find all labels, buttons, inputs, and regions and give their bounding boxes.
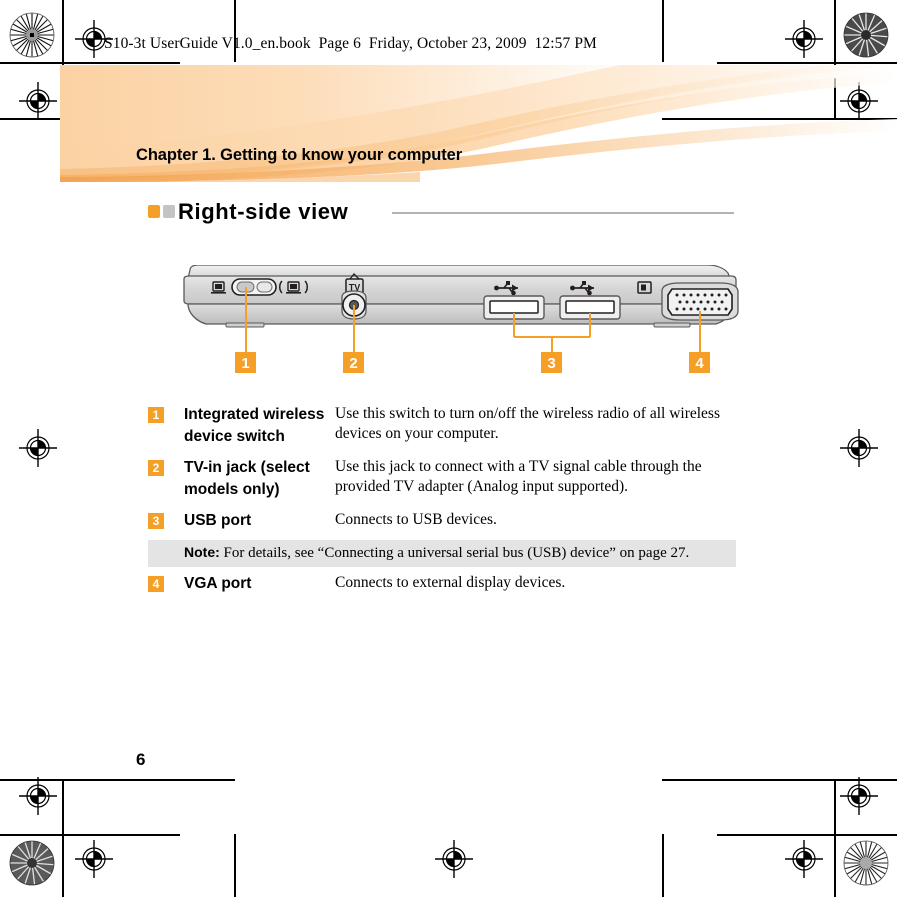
row-badge-1: 1 (148, 407, 164, 423)
crop-line-top-right-v2 (662, 0, 664, 62)
registration-mark-lower-right (840, 777, 878, 815)
document-page: S10-3t UserGuide V1.0_en.book Page 6 Fri… (0, 0, 897, 897)
right-side-view-diagram: TV 1 2 3 4 (180, 264, 740, 380)
registration-mark-bottom-left (75, 840, 113, 878)
callout-badge-4: 4 (689, 352, 710, 373)
callout-badge-3: 3 (541, 352, 562, 373)
section-title: Right-side view (178, 199, 349, 224)
crop-line-bottom-left-v2 (234, 834, 236, 897)
crop-line-bottom-right-v2 (662, 834, 664, 897)
row-badge-4: 4 (148, 575, 164, 592)
crop-line-top-right-h (717, 62, 897, 64)
page-number: 6 (136, 750, 146, 769)
row-term-4: VGA port (184, 574, 252, 592)
note-label: Note: (184, 543, 220, 560)
callout-badge-1: 1 (235, 352, 256, 373)
svg-text:3: 3 (547, 355, 555, 372)
table-row: 3 USB port Connects to USB devices. (148, 510, 736, 532)
registration-mark-top-left-inner (785, 20, 823, 58)
section-rule (392, 212, 734, 214)
crop-line-bottom-left-h (0, 834, 180, 836)
row-term-3: USB port (184, 512, 252, 529)
starburst-mark-bottom-left (9, 840, 55, 886)
row-detail-1: Use this switch to turn on/off the wirel… (335, 405, 720, 442)
book-header-line: S10-3t UserGuide V1.0_en.book Page 6 Fri… (104, 35, 597, 52)
starburst-mark-top-left (9, 12, 55, 58)
svg-text:1: 1 (241, 355, 249, 372)
table-row: 1 Integrated wireless device switch Use … (148, 404, 736, 447)
row-badge-3: 3 (148, 513, 164, 529)
registration-mark-mid-left (19, 429, 57, 467)
crop-line-top-left-h (0, 62, 180, 64)
row-term-2: TV-in jack (select models only) (184, 459, 310, 498)
row-term-1: Integrated wireless device switch (184, 406, 325, 445)
registration-mark-upper-left-lower (19, 82, 57, 120)
section-marker-orange (148, 205, 160, 218)
row-badge-2: 2 (148, 460, 164, 476)
svg-text:4: 4 (695, 355, 704, 372)
svg-text:2: 2 (349, 355, 357, 372)
row-detail-4: Connects to external display devices. (335, 573, 566, 591)
row-detail-3: Connects to USB devices. (335, 511, 497, 528)
registration-mark-bottom-center (435, 840, 473, 878)
registration-mark-bottom-right (785, 840, 823, 878)
row-detail-2: Use this jack to connect with a TV signa… (335, 458, 702, 495)
starburst-mark-top-right (843, 12, 889, 58)
registration-mark-lower-left (19, 777, 57, 815)
table-row: 2 TV-in jack (select models only) Use th… (148, 457, 736, 500)
note-text: For details, see “Connecting a universal… (223, 544, 690, 561)
crop-line-bottom-right-v (834, 779, 836, 897)
section-marker-gray (163, 205, 175, 218)
callout-badge-2: 2 (343, 352, 364, 373)
note-callout: Note: For details, see “Connecting a uni… (148, 539, 736, 567)
crop-line-bottom-right-h (717, 834, 897, 836)
crop-line-bottom-left-v (62, 779, 64, 897)
chapter-title: Chapter 1. Getting to know your computer (136, 146, 463, 164)
registration-mark-mid-right (840, 429, 878, 467)
feature-description-table: 1 Integrated wireless device switch Use … (148, 404, 736, 594)
starburst-mark-bottom-right (843, 840, 889, 886)
table-row: 4 VGA port Connects to external display … (148, 573, 736, 595)
